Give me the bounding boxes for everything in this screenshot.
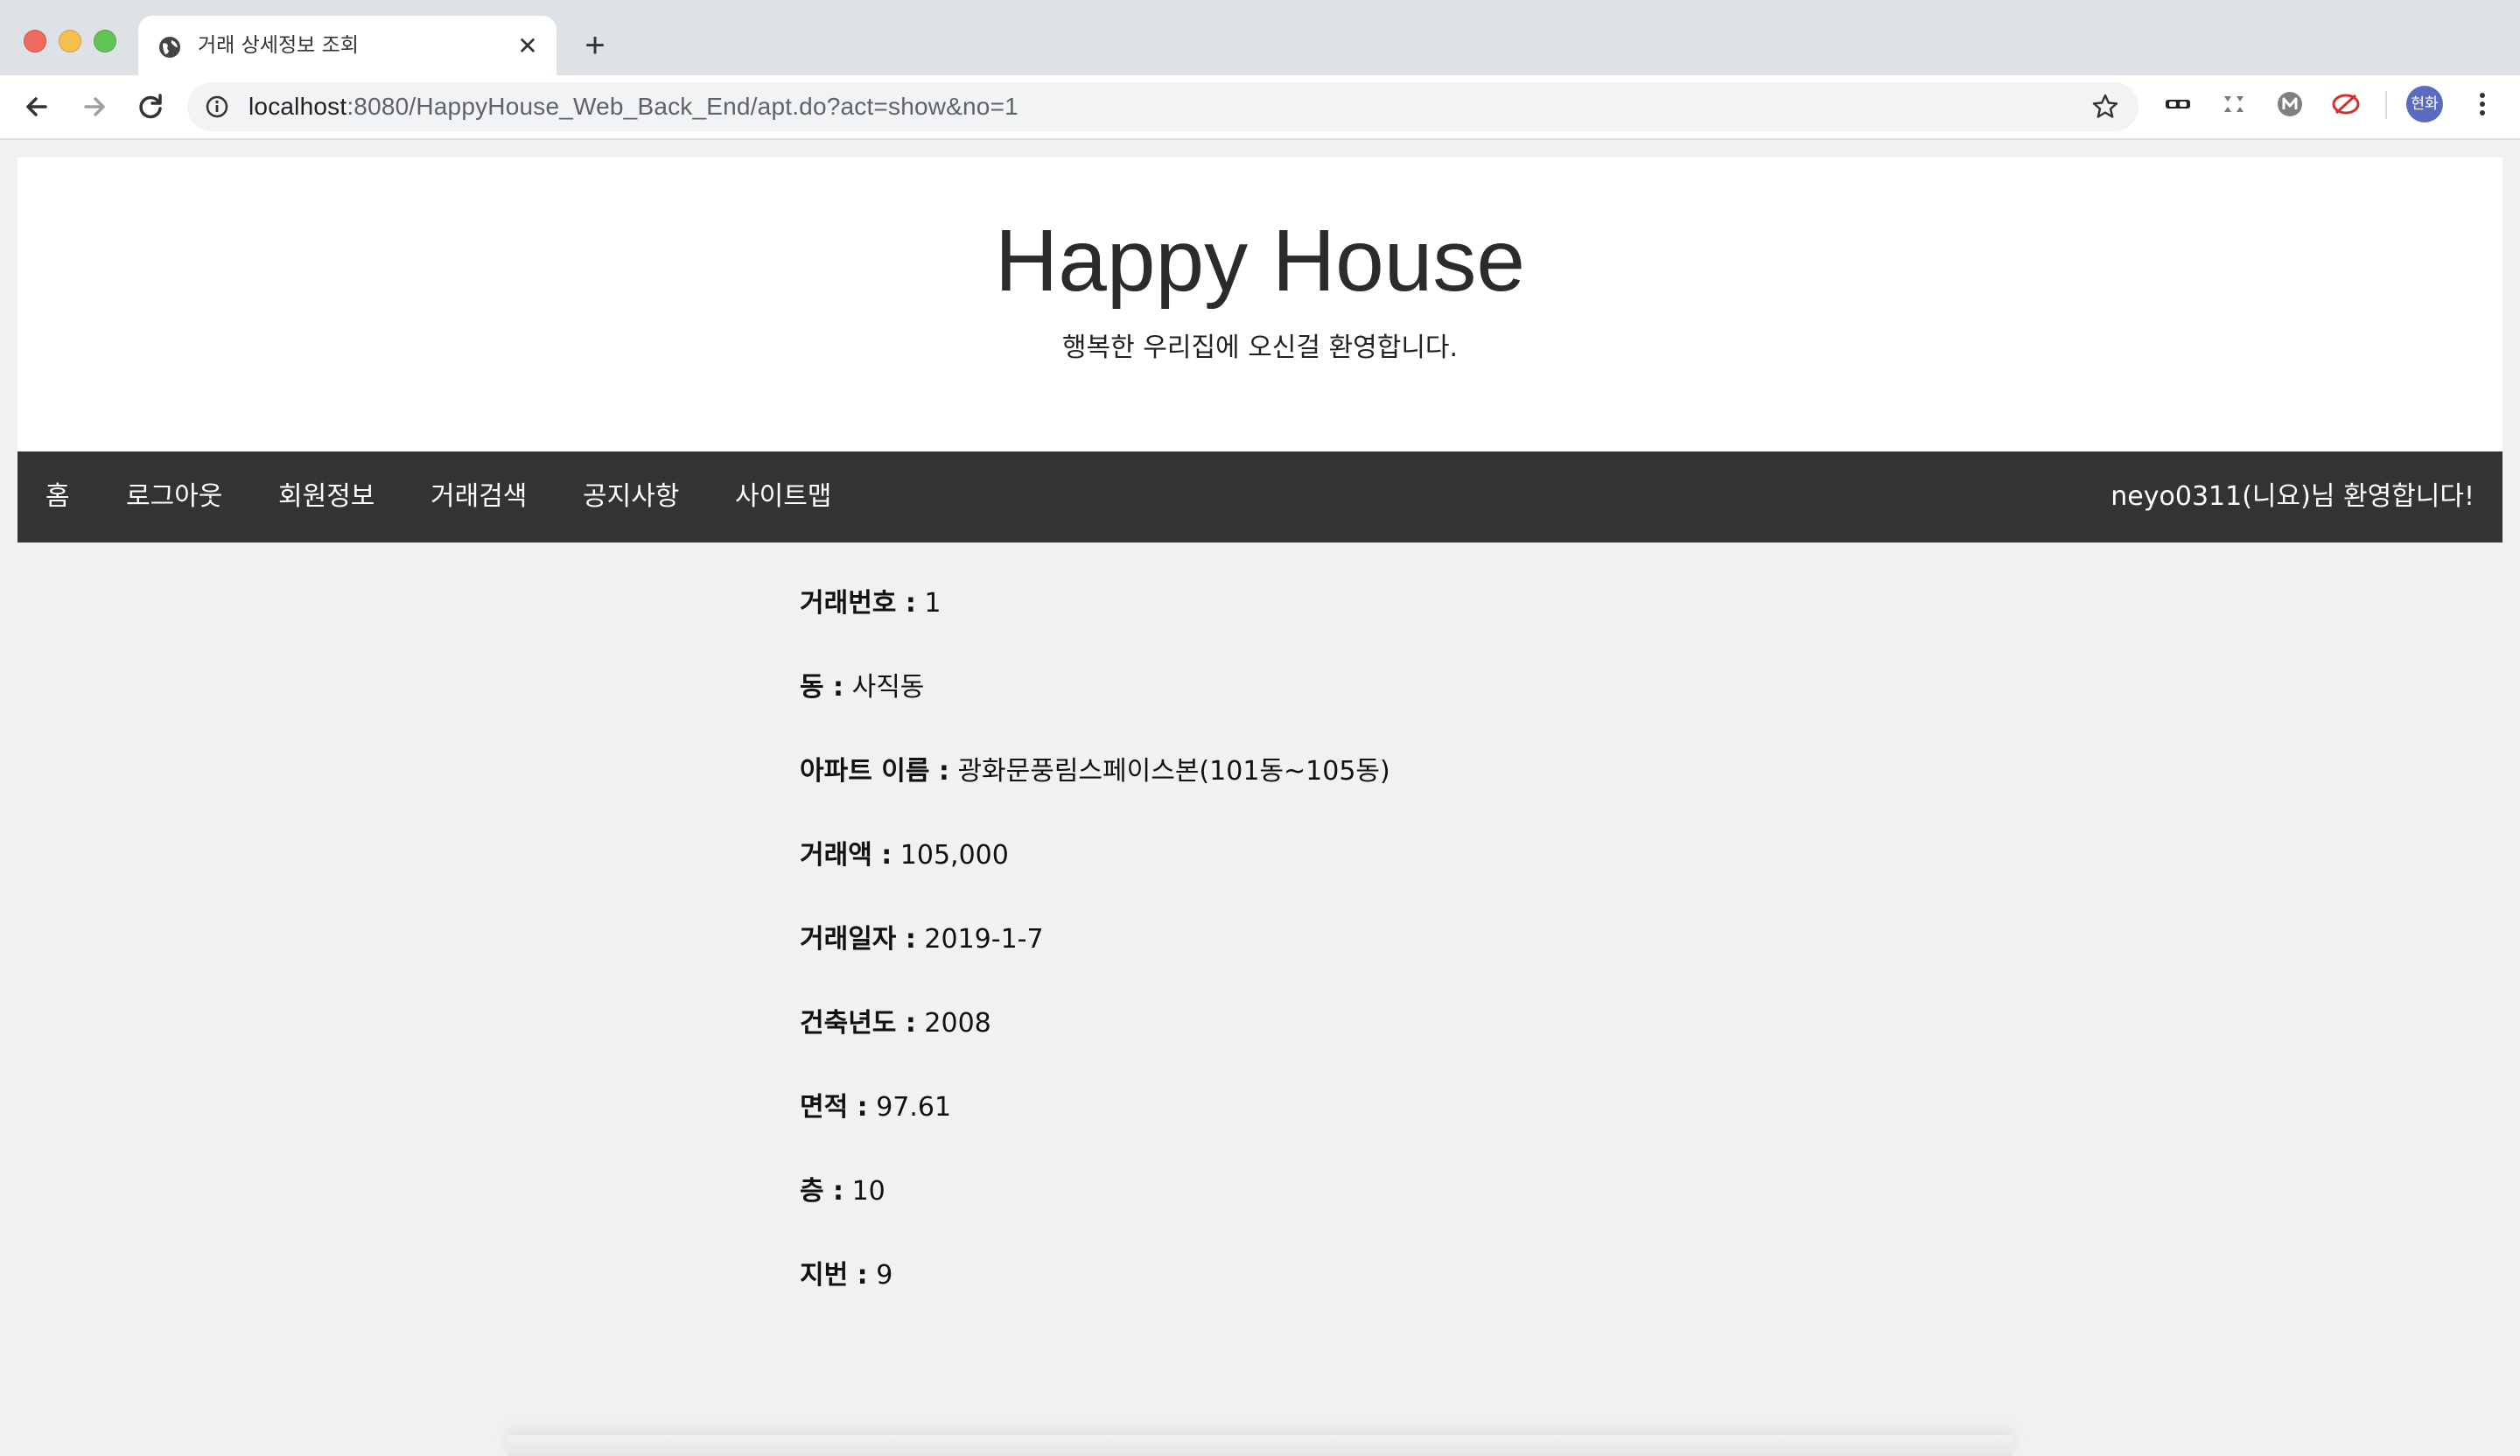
incognito-extension-icon[interactable]: [2163, 89, 2193, 119]
close-window-button[interactable]: [24, 30, 46, 52]
forward-button[interactable]: [75, 88, 114, 126]
globe-icon: [159, 37, 180, 58]
toolbar-divider: [2385, 91, 2387, 119]
back-button[interactable]: [18, 88, 56, 126]
new-tab-button[interactable]: +: [578, 28, 612, 63]
blocker-extension-icon[interactable]: [2331, 89, 2361, 119]
info-icon[interactable]: [205, 94, 229, 119]
detail-row-apt-name: 아파트 이름 : 광화문풍림스페이스본(101동~105동): [800, 756, 1390, 787]
m-extension-icon[interactable]: [2275, 89, 2305, 119]
nav-item-notice[interactable]: 공지사항: [583, 480, 679, 514]
detail-row-deal-date: 거래일자 : 2019-1-7: [800, 924, 1044, 955]
browser-tab-strip: 거래 상세정보 조회 ✕ +: [0, 0, 2520, 75]
nav-item-logout[interactable]: 로그아웃: [126, 480, 222, 514]
bookmark-star-icon[interactable]: [2091, 93, 2119, 121]
detail-row-build-year: 건축년도 : 2008: [800, 1008, 991, 1039]
close-tab-icon[interactable]: ✕: [514, 33, 541, 60]
arrow-right-icon: [84, 97, 105, 116]
welcome-message: neyo0311(니요)님 환영합니다!: [2110, 481, 2474, 512]
nav-item-sitemap[interactable]: 사이트맵: [735, 480, 831, 514]
browser-tab-active[interactable]: 거래 상세정보 조회 ✕: [138, 16, 556, 75]
more-vertical-icon[interactable]: [2469, 89, 2496, 119]
detail-row-area: 면적 : 97.61: [800, 1092, 952, 1123]
detail-row-deal-no: 거래번호 : 1: [800, 588, 942, 619]
deal-detail: 거래번호 : 1 동 : 사직동 아파트 이름 : 광화문풍림스페이스본(101…: [800, 578, 1390, 1334]
detail-row-amount: 거래액 : 105,000: [800, 840, 1009, 871]
site-header: Happy House 행복한 우리집에 오신걸 환영합니다.: [18, 158, 2502, 452]
nav-item-member-info[interactable]: 회원정보: [278, 480, 374, 514]
detail-row-jibun: 지번 : 9: [800, 1260, 893, 1291]
reload-button[interactable]: [131, 88, 170, 126]
url-text[interactable]: localhost:8080/HappyHouse_Web_Back_End/a…: [248, 93, 1018, 121]
maximize-window-button[interactable]: [94, 30, 116, 52]
page-title: Happy House: [995, 212, 1525, 310]
profile-avatar[interactable]: 현화: [2406, 86, 2443, 122]
main-navbar: 홈 로그아웃 회원정보 거래검색 공지사항 사이트맵 neyo0311(니요)님…: [18, 452, 2502, 542]
footer-edge: [508, 1435, 2012, 1456]
nav-item-home[interactable]: 홈: [46, 480, 70, 514]
reload-icon: [139, 94, 162, 119]
nav-item-deal-search[interactable]: 거래검색: [430, 480, 527, 514]
arrow-left-icon: [26, 97, 47, 116]
detail-row-floor: 층 : 10: [800, 1176, 886, 1207]
address-bar[interactable]: localhost:8080/HappyHouse_Web_Back_End/a…: [187, 82, 2138, 131]
detail-row-dong: 동 : 사직동: [800, 672, 925, 703]
puzzle-extension-icon[interactable]: [2219, 89, 2249, 119]
minimize-window-button[interactable]: [59, 30, 81, 52]
page-subtitle: 행복한 우리집에 오신걸 환영합니다.: [1061, 332, 1459, 363]
tab-title: 거래 상세정보 조회: [198, 34, 359, 57]
browser-toolbar: localhost:8080/HappyHouse_Web_Back_End/a…: [0, 75, 2520, 140]
